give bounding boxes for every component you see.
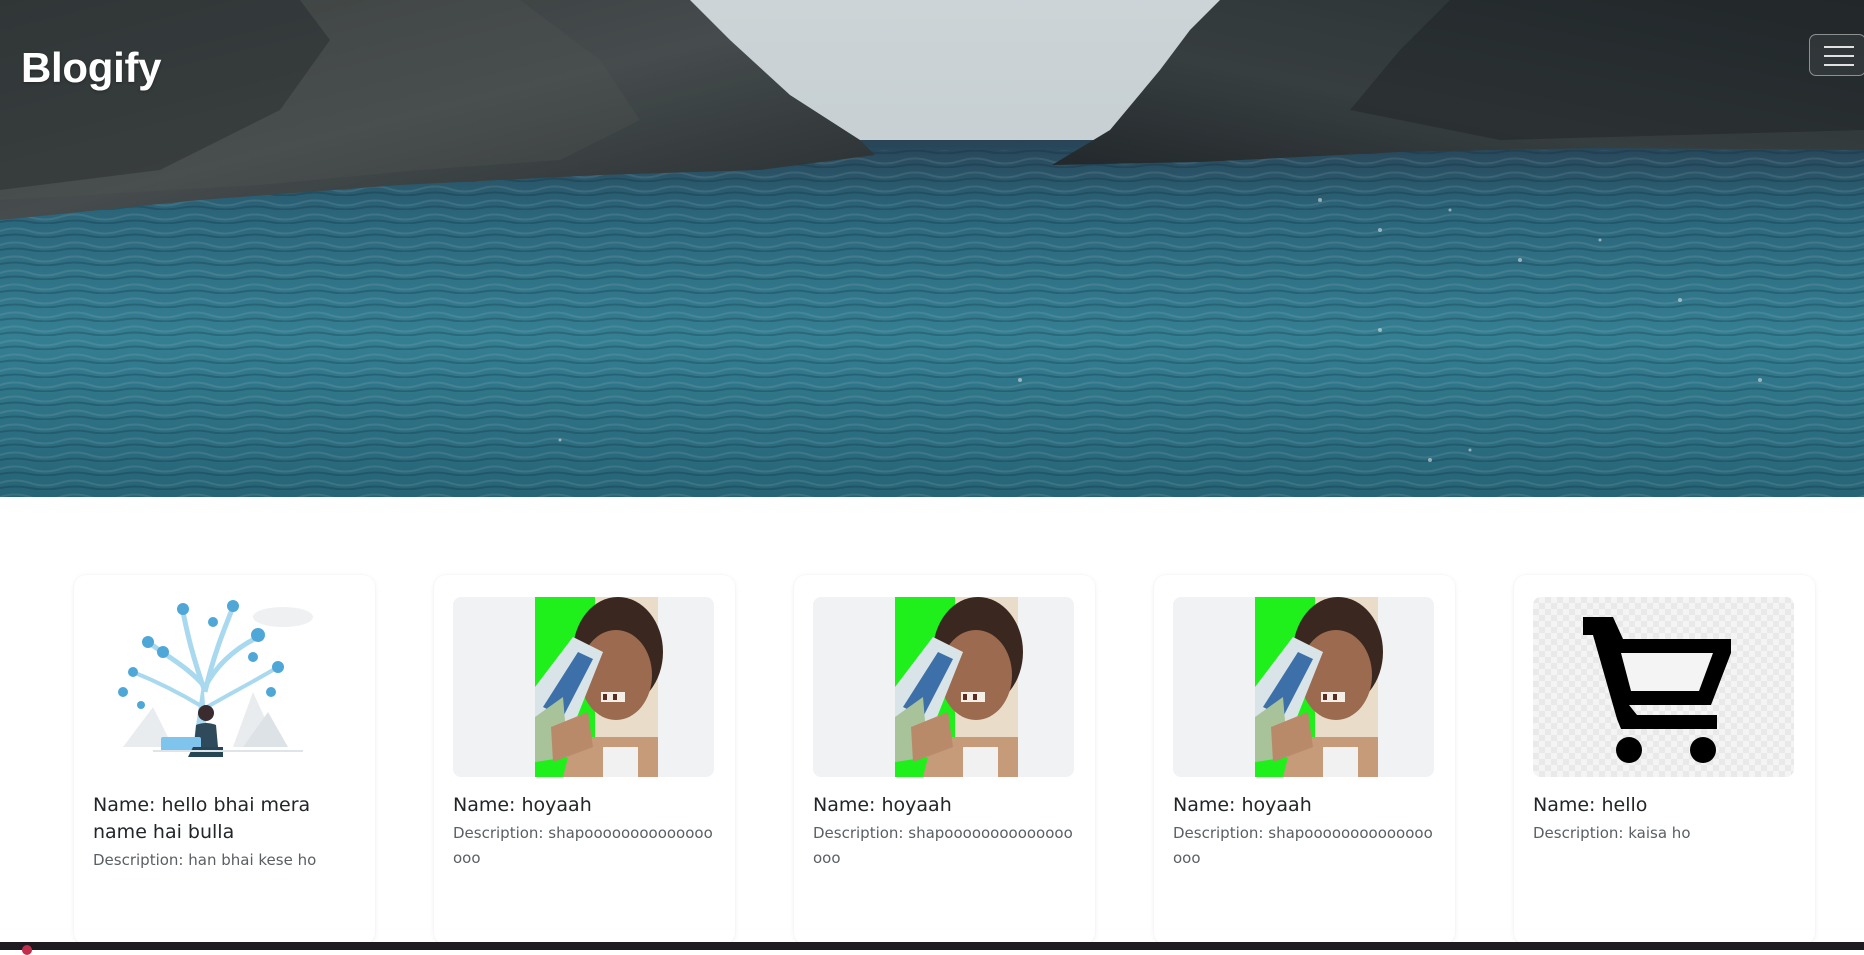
blog-card-list: Name: hello bhai mera name hai bulla Des… <box>0 575 1864 945</box>
blog-card-image <box>813 597 1074 777</box>
blog-card[interactable]: Name: hoyaah Description: shapoooooooooo… <box>1154 575 1455 945</box>
taskbar-app-icon[interactable] <box>22 945 32 955</box>
person-holding-shampoo-photo <box>1255 597 1383 777</box>
post-description: Description: kaisa ho <box>1533 824 1691 842</box>
os-taskbar <box>0 942 1864 955</box>
social-media-tree-illustration <box>118 600 313 757</box>
blog-card-image <box>93 597 354 777</box>
post-description: Description: han bhai kese ho <box>93 851 317 869</box>
post-description: Description: shapooooooooooooooooo <box>813 824 1073 867</box>
person-holding-shampoo-photo <box>895 597 1023 777</box>
post-name: Name: hoyaah <box>453 794 592 816</box>
blog-card-image <box>1533 597 1794 777</box>
post-name: Name: hoyaah <box>813 794 952 816</box>
post-description: Description: shapooooooooooooooooo <box>453 824 713 867</box>
post-description: Description: shapooooooooooooooooo <box>1173 824 1433 867</box>
navbar-toggle-button[interactable] <box>1809 34 1864 76</box>
post-name: Name: hoyaah <box>1173 794 1312 816</box>
blog-card-image <box>453 597 714 777</box>
blog-card[interactable]: Name: hoyaah Description: shapoooooooooo… <box>434 575 735 945</box>
post-name: Name: hello bhai mera name hai bulla <box>93 794 311 843</box>
blog-card-image <box>1173 597 1434 777</box>
sea-cliffs-photo <box>0 0 1864 497</box>
hero-banner: Blogify <box>0 0 1864 497</box>
person-holding-shampoo-photo <box>535 597 663 777</box>
shopping-cart-icon <box>1533 597 1794 777</box>
post-name: Name: hello <box>1533 794 1648 816</box>
blog-card[interactable]: Name: hoyaah Description: shapoooooooooo… <box>794 575 1095 945</box>
blog-card[interactable]: Name: hello bhai mera name hai bulla Des… <box>74 575 375 945</box>
blog-card[interactable]: Name: hello Description: kaisa ho <box>1514 575 1815 945</box>
brand-logo[interactable]: Blogify <box>21 44 162 92</box>
